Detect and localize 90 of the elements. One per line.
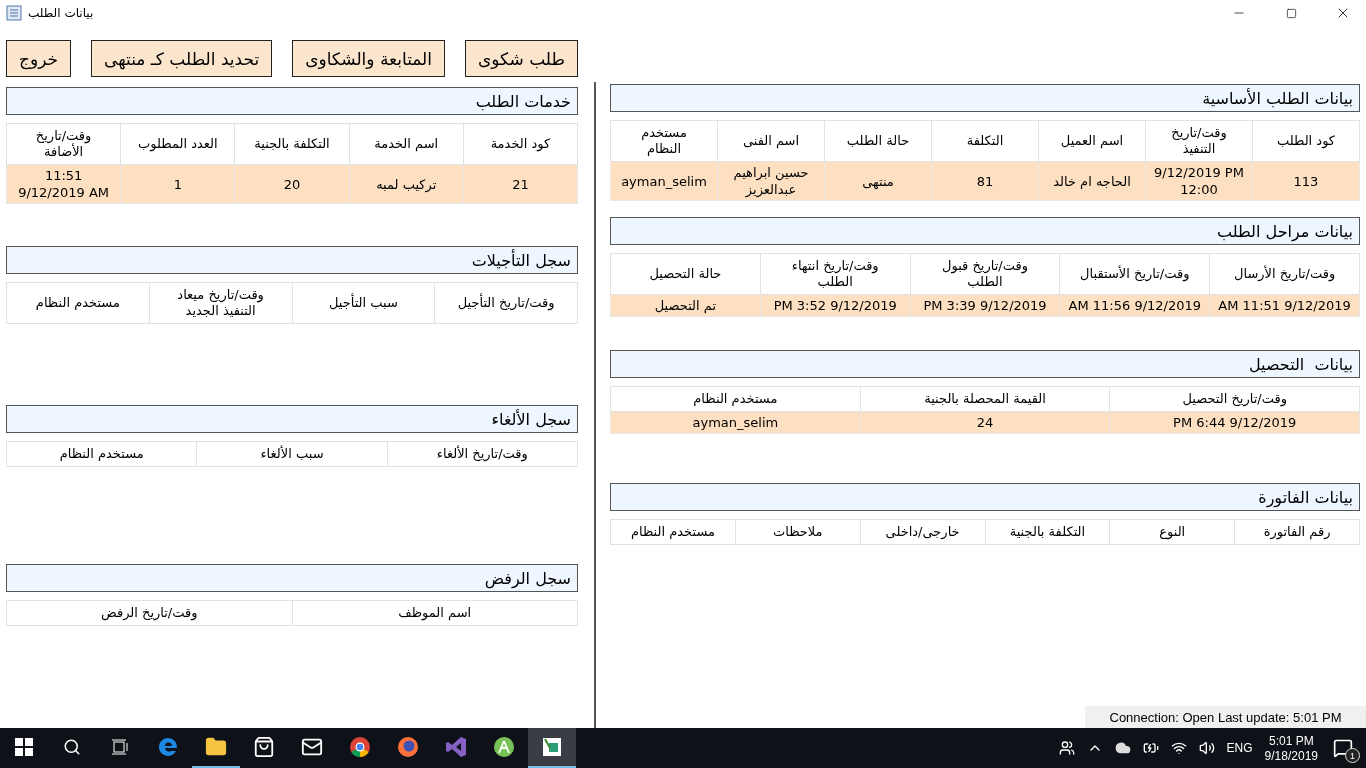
column-header: حالة الطلب	[824, 120, 932, 162]
column-header: مستخدم النظام	[610, 386, 861, 412]
browser-icon[interactable]	[349, 736, 371, 758]
column-header: القيمة المحصلة بالجنية	[860, 386, 1110, 412]
column-header: وقت/تاريخ ميعاد التنفيذ الجديد	[149, 282, 292, 324]
column-header: التكلفة بالجنية	[985, 519, 1110, 545]
column-header: سبب الألغاء	[196, 441, 388, 467]
section-header: بيانات مراحل الطلب	[610, 217, 1360, 245]
action-button[interactable]: تحديد الطلب كـ منتهى	[91, 40, 273, 77]
clock-time[interactable]: 5:01 PM	[1268, 733, 1314, 748]
code-editor-icon[interactable]	[445, 736, 467, 758]
table-cell: 1	[120, 164, 235, 204]
column-header: وقت/تاريخ الرفض	[6, 600, 292, 626]
column-header: مستخدم النظام	[610, 120, 718, 162]
column-header: اسم الخدمة	[349, 123, 464, 165]
action-button[interactable]: طلب شكوى	[465, 40, 578, 77]
action-button[interactable]: المتابعة والشكاوى	[292, 40, 446, 77]
store-icon[interactable]	[253, 736, 275, 758]
status-bar: Connection: Open Last update: 5:01 PM	[1085, 706, 1366, 728]
start-icon[interactable]	[15, 738, 33, 756]
clock-date[interactable]: 9/18/2019	[1264, 748, 1318, 763]
wifi-icon[interactable]	[1170, 740, 1187, 756]
table-cell: تم التحصيل	[610, 294, 761, 317]
column-header: التكلفة بالجنية	[234, 123, 350, 165]
table-cell: 20	[234, 164, 350, 204]
section-header: خدمات الطلب	[6, 87, 578, 115]
table-cell: 24	[860, 411, 1110, 434]
table-cell: ayman_selim	[610, 161, 718, 201]
column-header: اسم العميل	[1038, 120, 1146, 162]
column-header: مستخدم النظام	[610, 519, 736, 545]
column-header: اسم الفنى	[717, 120, 825, 162]
table-cell: 81	[931, 161, 1039, 201]
task-view-icon[interactable]	[111, 738, 129, 756]
table-cell: PM 6:44 9/12/2019	[1109, 411, 1360, 434]
table-cell: AM 11:56 9/12/2019	[1059, 294, 1210, 317]
cloud-icon[interactable]	[1114, 740, 1131, 756]
column-header: وقت/تاريخ الأضافة	[6, 123, 121, 165]
column-header: خارجى/داخلى	[860, 519, 985, 545]
column-header: رقم الفاتورة	[1234, 519, 1360, 545]
table-cell: 21	[463, 164, 578, 204]
column-header: مستخدم النظام	[6, 282, 150, 324]
column-header: وقت/تاريخ انتهاء الطلب	[760, 253, 911, 295]
browser-icon[interactable]	[397, 736, 419, 758]
column-header: النوع	[1109, 519, 1235, 545]
language-indicator[interactable]: ENG	[1226, 741, 1253, 755]
volume-icon[interactable]	[1198, 740, 1215, 756]
column-header: مستخدم النظام	[6, 441, 197, 467]
column-header: وقت/تاريخ الألغاء	[387, 441, 578, 467]
mail-icon[interactable]	[301, 736, 323, 758]
table-cell: 11:51 9/12/2019 AM	[6, 164, 121, 204]
people-icon[interactable]	[1058, 740, 1075, 756]
search-icon[interactable]	[63, 738, 81, 756]
column-header: وقت/تاريخ الأستقبال	[1059, 253, 1210, 295]
app-icon[interactable]	[541, 736, 563, 758]
column-header: وقت/تاريخ التأجيل	[434, 282, 578, 324]
column-header: كود الطلب	[1252, 120, 1360, 162]
column-header: حالة التحصيل	[610, 253, 761, 295]
table-cell: AM 11:51 9/12/2019	[1209, 294, 1360, 317]
table-cell: PM 3:39 9/12/2019	[910, 294, 1060, 317]
action-button[interactable]: خروج	[6, 40, 72, 77]
column-header: وقت/تاريخ التنفيذ	[1145, 120, 1253, 162]
folder-icon[interactable]	[205, 736, 227, 758]
maximize-icon[interactable]	[1285, 7, 1297, 19]
table-cell: 9/12/2019 PM 12:00	[1145, 161, 1253, 201]
table-cell: 113	[1252, 161, 1360, 201]
column-header: كود الخدمة	[463, 123, 578, 165]
section-header: بيانات الطلب الأساسية	[610, 84, 1360, 112]
column-header: اسم الموظف	[292, 600, 578, 626]
battery-icon[interactable]	[1142, 740, 1159, 756]
table-cell: منتهى	[824, 161, 932, 201]
column-header: سبب التأجيل	[292, 282, 435, 324]
column-header: وقت/تاريخ قبول الطلب	[910, 253, 1060, 295]
table-cell: حسين ابراهيم عبدالعزيز	[717, 161, 825, 201]
column-header: وقت/تاريخ الأرسال	[1209, 253, 1360, 295]
column-header: التكلفة	[931, 120, 1039, 162]
section-header: بيانات الفاتورة	[610, 483, 1360, 511]
section-header: بيانات التحصيل	[610, 350, 1360, 378]
column-header: ملاحظات	[735, 519, 861, 545]
column-header: وقت/تاريخ التحصيل	[1109, 386, 1360, 412]
section-header: سجل التأجيلات	[6, 246, 578, 274]
table-cell: تركيب لمبه	[349, 164, 464, 204]
section-header: سجل الرفض	[6, 564, 578, 592]
table-cell: الحاجه ام خالد	[1038, 161, 1146, 201]
table-cell: ayman_selim	[610, 411, 861, 434]
android-icon[interactable]	[493, 736, 515, 758]
window-title: بيانات الطلب	[28, 6, 95, 20]
table-cell: PM 3:52 9/12/2019	[760, 294, 911, 317]
app-icon	[6, 5, 22, 21]
column-header: العدد المطلوب	[120, 123, 235, 165]
section-header: سجل الألغاء	[6, 405, 578, 433]
